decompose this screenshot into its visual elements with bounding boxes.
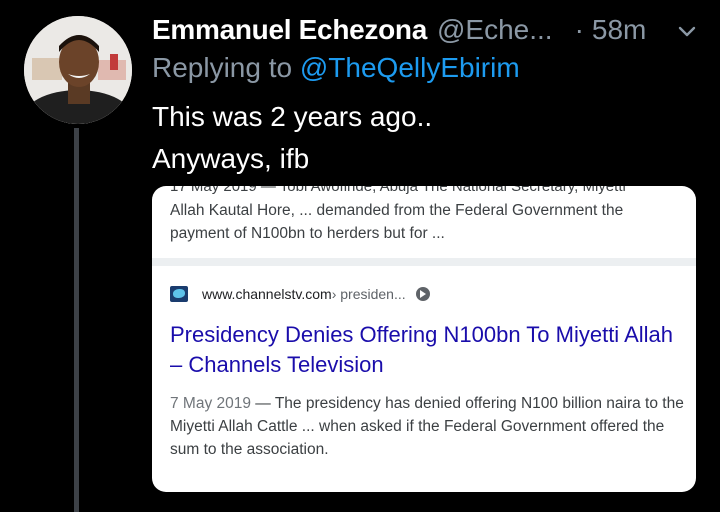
tweet-time[interactable]: 58m [592,14,646,46]
reply-mention[interactable]: @TheQellyEbirim [300,52,520,83]
result-path: › presiden... [331,286,406,302]
channels-tv-favicon [170,286,188,302]
tweet-text-line: This was 2 years ago.. [152,101,433,132]
result-date: 7 May 2019 [170,395,251,412]
attached-image[interactable]: 17 May 2019 — Tobi Awofinde, Abuja The N… [152,186,696,492]
result-title: Presidency Denies Offering N100bn To Miy… [170,322,674,377]
tweet-header: Emmanuel Echezona @Eche... · 58m [152,12,700,48]
cut-off-snippet: 17 May 2019 — Tobi Awofinde, Abuja The N… [170,186,626,195]
chevron-down-icon[interactable] [676,20,698,47]
info-icon [415,287,430,301]
result-snippet: 7 May 2019 — The presidency has denied o… [170,392,685,461]
result-url: www.channelstv.com [202,286,332,302]
author-handle[interactable]: @Eche... [437,14,553,46]
result-source: www.channelstv.com › presiden... [170,284,430,304]
tweet-text-line: Anyways, ifb [152,143,310,174]
thread-line [74,128,79,512]
reply-prefix: Replying to [152,52,293,83]
result-divider [152,258,696,266]
author-name[interactable]: Emmanuel Echezona [152,14,427,46]
separator-dot: · [574,14,584,45]
replying-to: Replying to @TheQellyEbirim [152,52,520,88]
search-snippet: Allah Kautal Hore, ... demanded from the… [170,202,624,242]
tweet-text: This was 2 years ago.. Anyways, ifb [152,96,692,180]
avatar-photo [24,16,132,124]
avatar[interactable] [24,16,132,124]
